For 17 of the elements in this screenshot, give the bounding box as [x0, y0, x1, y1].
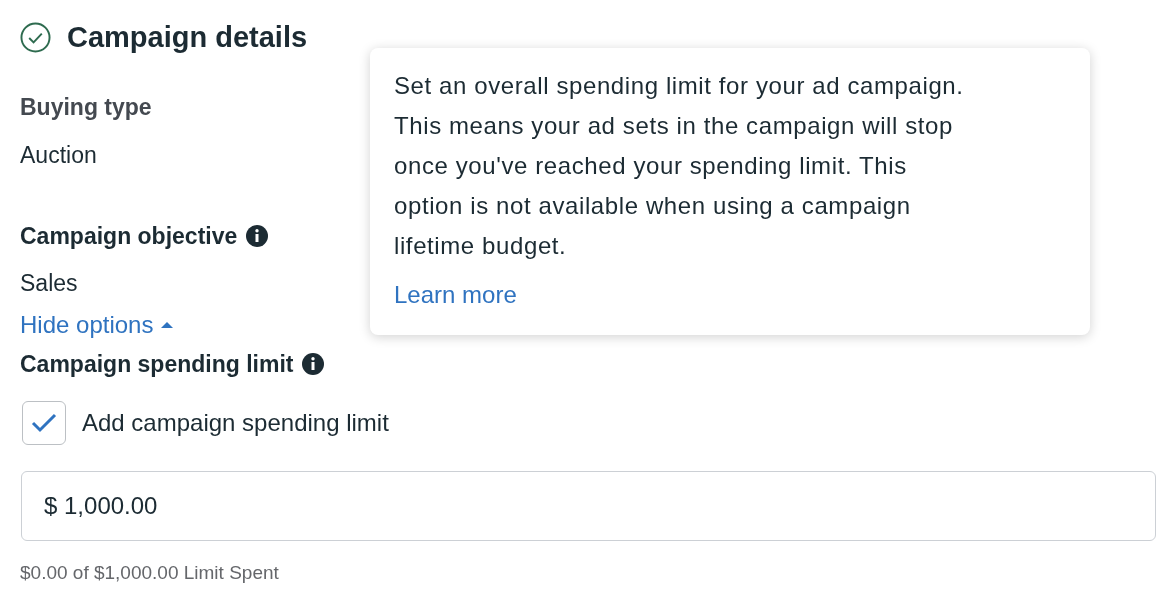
checkbox[interactable] [22, 401, 66, 445]
helper-text: $0.00 of $1,000.00 Limit Spent [20, 562, 279, 584]
hide-options-link[interactable]: Hide options [20, 309, 174, 341]
field-label: Buying type [20, 93, 152, 121]
info-icon[interactable] [245, 224, 270, 248]
amount-field[interactable]: $ 1,000.00 [21, 471, 1156, 541]
field-label: Campaign spending limit [20, 350, 294, 378]
info-icon[interactable] [301, 352, 326, 376]
section-title: Campaign details [67, 20, 308, 54]
caret-icon [161, 321, 174, 329]
tooltip-text: Set an overall spending limit for your ad campaign. This means your ad sets in the campaign will stop once you've reached your spending limit. This option is not available when using a campaign lifetime budget. [394, 71, 965, 261]
field-value: Sales [20, 269, 78, 298]
checkmark-icon [31, 413, 57, 433]
learn-more-link[interactable]: Learn more [394, 281, 517, 309]
checkbox-label: Add campaign spending limit [82, 409, 389, 437]
field-value: Auction [20, 141, 97, 170]
field-label: Campaign objective [20, 222, 238, 250]
